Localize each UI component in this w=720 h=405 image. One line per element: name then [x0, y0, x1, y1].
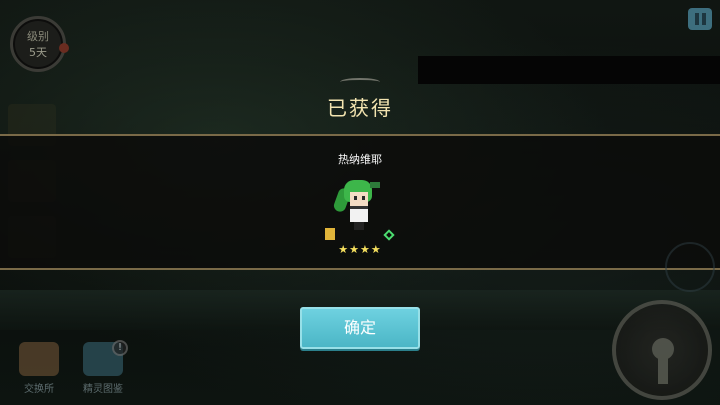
day-label: 级别 — [27, 30, 49, 43]
character-legs — [354, 222, 364, 230]
title-ornament-icon — [340, 78, 380, 86]
character-feather — [370, 182, 380, 188]
character-face — [350, 192, 368, 206]
day-counter-badge: 级别 5天 — [10, 16, 69, 72]
confirm-button[interactable]: 确定 — [300, 307, 420, 349]
day-value: 5天 — [29, 46, 47, 59]
character-name: 热纳维耶 — [338, 153, 382, 166]
character-body — [350, 206, 368, 222]
action-joystick[interactable] — [612, 300, 712, 400]
badge-dot-icon — [59, 43, 69, 53]
top-dark-bar — [418, 56, 720, 84]
side-round-button[interactable] — [665, 242, 715, 292]
collection-label: 精灵图鉴 — [83, 384, 123, 395]
exchange-label: 交换所 — [24, 384, 54, 395]
character-sprite — [330, 176, 390, 236]
pause-button[interactable] — [688, 8, 712, 30]
star-rating: ★★★★ — [338, 243, 382, 256]
exchange-button[interactable]: 交换所 — [14, 342, 64, 398]
scroll-icon — [325, 228, 335, 240]
exchange-icon — [19, 342, 59, 376]
character-eye-left — [354, 196, 357, 200]
modal-title: 已获得 — [327, 96, 393, 120]
pause-icon — [694, 13, 699, 25]
character-eye-right — [362, 196, 365, 200]
alert-badge: ! — [112, 340, 128, 356]
joystick-stick — [658, 354, 668, 384]
pause-icon-bar — [701, 13, 706, 25]
